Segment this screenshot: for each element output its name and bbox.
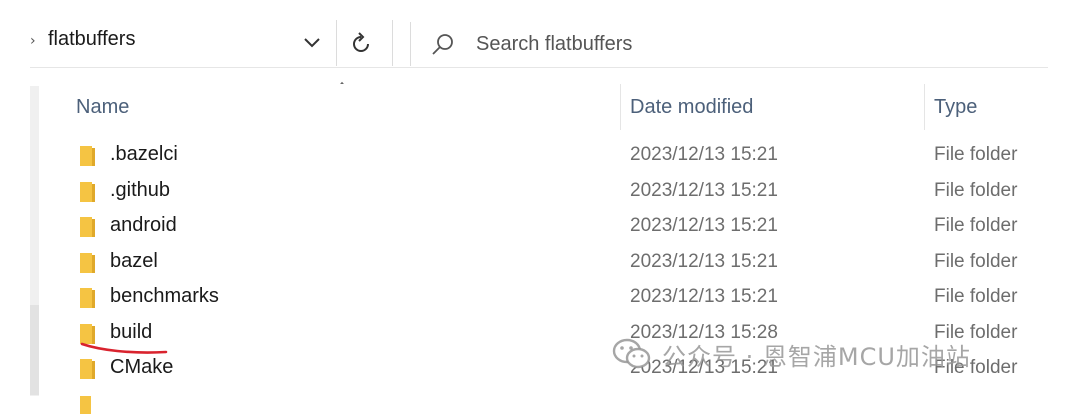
file-name: .bazelci <box>110 143 178 165</box>
folder-icon <box>80 252 95 273</box>
divider <box>30 67 1048 68</box>
search-icon <box>432 34 453 55</box>
file-date-modified: 2023/12/13 15:21 <box>630 286 778 307</box>
folder-icon <box>80 217 95 237</box>
folder-icon <box>80 288 95 308</box>
file-name: .github <box>110 178 171 201</box>
list-item[interactable]: .bazelci 2023/12/13 15:21 File folder <box>40 138 1050 173</box>
list-item[interactable]: CMake 2023/12/13 15:21 File folder <box>40 351 1050 386</box>
folder-icon <box>80 396 91 414</box>
navigation-bar: › flatbuffers <box>0 0 1090 68</box>
file-explorer: › flatbuffers Search flatbuffers Name Da… <box>0 0 1090 414</box>
column-header-type-label: Type <box>934 95 978 118</box>
folder-icon <box>80 146 95 166</box>
file-list: .bazelci 2023/12/13 15:21 File folder .g… <box>40 138 1050 398</box>
breadcrumb-path[interactable]: flatbuffers <box>48 28 135 51</box>
file-date-modified: 2023/12/13 15:21 <box>630 215 778 236</box>
file-date-modified: 2023/12/13 15:28 <box>630 321 778 343</box>
divider <box>392 20 393 66</box>
file-type: File folder <box>934 250 1018 272</box>
file-date-modified: 2023/12/13 15:21 <box>630 357 778 378</box>
list-item[interactable]: android 2023/12/13 15:21 File folder <box>40 209 1050 244</box>
column-header-type[interactable]: Type <box>934 84 1044 130</box>
search-box[interactable] <box>410 22 1050 66</box>
list-item[interactable]: .github 2023/12/13 15:21 File folder <box>40 174 1050 209</box>
column-header-name[interactable]: Name <box>76 84 616 130</box>
list-item[interactable]: bazel 2023/12/13 15:21 File folder <box>40 245 1050 280</box>
divider <box>336 20 337 66</box>
search-input[interactable] <box>476 30 1036 58</box>
file-type: File folder <box>934 321 1018 343</box>
file-type: File folder <box>934 357 1018 378</box>
refresh-button[interactable] <box>344 24 380 62</box>
chevron-down-icon <box>304 38 320 48</box>
file-type: File folder <box>934 144 1018 165</box>
file-date-modified: 2023/12/13 15:21 <box>630 179 778 201</box>
folder-icon <box>80 181 95 202</box>
column-header-name-label: Name <box>76 95 130 118</box>
file-type: File folder <box>934 215 1018 236</box>
refresh-icon <box>353 32 369 52</box>
column-header-date-modified[interactable]: Date modified <box>630 84 920 130</box>
column-header-date-label: Date modified <box>630 95 754 118</box>
address-history-button[interactable] <box>298 28 326 58</box>
file-date-modified: 2023/12/13 15:21 <box>630 250 778 272</box>
navigation-pane-scrollbar[interactable] <box>30 305 39 395</box>
folder-icon <box>80 359 95 379</box>
file-name: android <box>110 214 177 236</box>
column-header-row: Name Date modified Type <box>40 84 1050 130</box>
file-name: benchmarks <box>110 285 219 307</box>
file-date-modified: 2023/12/13 15:21 <box>630 144 778 165</box>
column-divider[interactable] <box>620 84 621 130</box>
annotation-underline <box>80 342 168 354</box>
list-item[interactable]: benchmarks 2023/12/13 15:21 File folder <box>40 280 1050 315</box>
file-name: bazel <box>110 249 158 272</box>
column-divider[interactable] <box>924 84 925 130</box>
file-type: File folder <box>934 286 1018 307</box>
breadcrumb-arrow-icon[interactable]: › <box>30 33 36 49</box>
file-type: File folder <box>934 179 1018 201</box>
list-item[interactable]: build 2023/12/13 15:28 File folder <box>40 316 1050 351</box>
